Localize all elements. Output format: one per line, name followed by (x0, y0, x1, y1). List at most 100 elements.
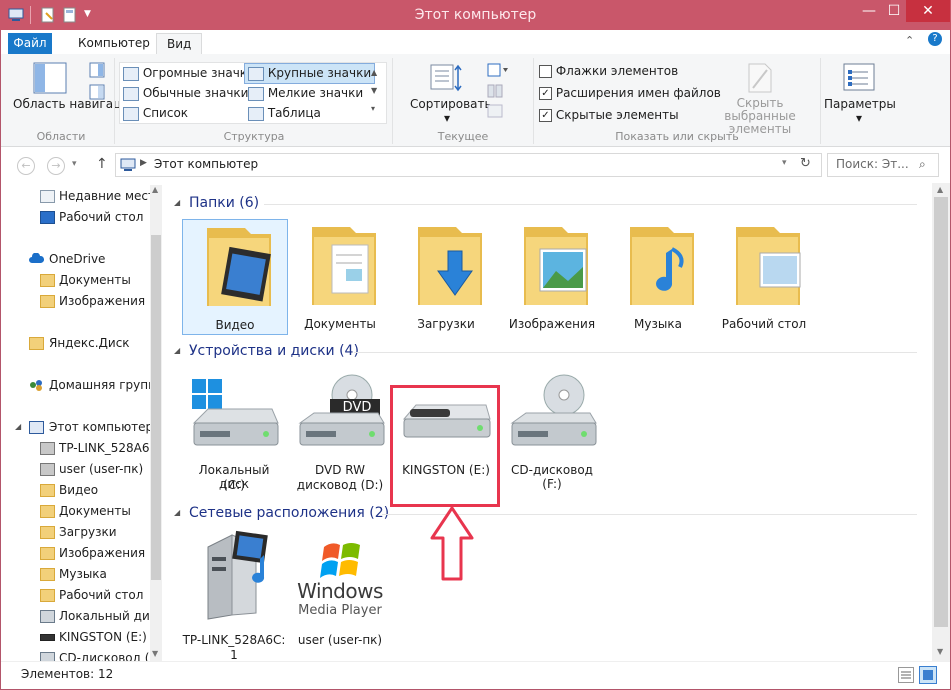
hidden-items-toggle[interactable]: ✓ Скрытые элементы (539, 108, 679, 122)
up-button[interactable]: ↑ (96, 156, 108, 172)
details-pane-icon[interactable] (89, 84, 105, 103)
onedrive-icon (29, 252, 45, 264)
breadcrumb-this-pc[interactable]: Этот компьютер (154, 157, 258, 171)
folder-tile-desktop[interactable]: Рабочий стол (712, 219, 816, 333)
item-checkboxes-checkbox[interactable] (539, 65, 552, 78)
expand-arrow-icon[interactable]: ◢ (15, 422, 21, 431)
file-extensions-toggle[interactable]: ✓ Расширения имен файлов (539, 86, 721, 100)
layout-large-icons[interactable]: Крупные значки (244, 63, 376, 84)
search-icon[interactable]: ⌕ (919, 157, 926, 172)
tab-file[interactable]: Файл (8, 33, 52, 54)
address-field[interactable]: ▶ Этот компьютер ▾ ↻ (115, 153, 822, 177)
sort-icon[interactable] (429, 62, 463, 97)
folder-icon (40, 484, 55, 497)
section-header-devices[interactable]: Устройства и диски (4) (189, 343, 359, 359)
options-icon[interactable] (842, 62, 876, 97)
gallery-scroll-arrows-icon[interactable]: ▲ ▼ ▾ (371, 64, 377, 118)
navigation-pane-button[interactable]: Область навигации ▾ (13, 98, 147, 111)
back-button[interactable]: ← (17, 157, 35, 175)
nav-item-user-pc[interactable]: user (user-пк) (1, 459, 151, 480)
details-view-icon[interactable] (898, 667, 914, 683)
minimize-ribbon-chevron-icon[interactable]: ⌃ (905, 34, 914, 47)
sort-button[interactable]: Сортировать ▾ (410, 97, 492, 125)
folder-tile-videos[interactable]: Видео (182, 219, 288, 335)
tab-computer[interactable]: Компьютер (68, 33, 160, 54)
medium-icons-icon (123, 86, 139, 101)
layout-details[interactable]: Таблица (248, 106, 321, 121)
nav-item-desktop[interactable]: Рабочий стол (1, 207, 151, 228)
layout-list[interactable]: Список (123, 106, 188, 121)
scroll-up-arrow-icon[interactable]: ▲ (937, 185, 943, 194)
folder-tile-music[interactable]: Музыка (606, 219, 710, 333)
search-field[interactable]: Поиск: Эт... ⌕ (827, 153, 939, 177)
content-scrollbar-thumb[interactable] (934, 197, 948, 627)
navigation-pane-icon[interactable] (33, 62, 67, 97)
downloads-folder-icon (418, 227, 482, 305)
scroll-down-arrow-icon[interactable]: ▼ (937, 647, 943, 656)
section-header-network[interactable]: Сетевые расположения (2) (189, 505, 389, 521)
nav-item-music[interactable]: Музыка (1, 564, 151, 585)
media-server-icon (40, 442, 55, 455)
size-columns-icon[interactable] (487, 104, 503, 121)
scroll-up-arrow-icon[interactable]: ▲ (152, 185, 158, 194)
section-collapse-icon[interactable]: ◢ (174, 508, 180, 517)
drive-tile-dvd-d[interactable]: DVD DVD RW дисковод (D:) (288, 373, 392, 497)
folder-tile-downloads[interactable]: Загрузки (394, 219, 498, 333)
nav-item-pictures[interactable]: Изображения (1, 543, 151, 564)
nav-item-documents[interactable]: Документы (1, 501, 151, 522)
maximize-button[interactable]: ☐ (882, 0, 906, 22)
group-by-icon[interactable] (487, 62, 509, 81)
desktop-icon (40, 211, 55, 224)
nav-item-cd-drive[interactable]: CD-дисковод (F:) (1, 648, 151, 661)
file-extensions-checkbox[interactable]: ✓ (539, 87, 552, 100)
nav-item-onedrive[interactable]: OneDrive (1, 249, 151, 270)
folder-tile-pictures[interactable]: Изображения (500, 219, 604, 333)
hidden-items-checkbox[interactable]: ✓ (539, 109, 552, 122)
nav-item-onedrive-pictures[interactable]: Изображения (1, 291, 151, 312)
highlight-arrow-icon (430, 506, 474, 581)
nav-item-tp-link[interactable]: TP-LINK_528A6C (1, 438, 151, 459)
layout-small-icons[interactable]: Мелкие значки (248, 86, 363, 101)
scroll-down-arrow-icon[interactable]: ▼ (152, 649, 158, 658)
nav-item-onedrive-documents[interactable]: Документы (1, 270, 151, 291)
network-tile-user-pc[interactable]: Windows Media Player user (user-пк) (288, 523, 392, 653)
preview-pane-icon[interactable] (89, 62, 105, 81)
nav-item-recent-places[interactable]: Недавние места (1, 186, 151, 207)
nav-item-yandex-disk[interactable]: Яндекс.Диск (1, 333, 151, 354)
large-icons-view-icon[interactable] (919, 666, 937, 684)
minimize-button[interactable]: — (856, 0, 882, 22)
drive-tile-local-c[interactable]: Локальный диск (C:) (182, 373, 286, 497)
item-checkboxes-toggle[interactable]: Флажки элементов (539, 64, 678, 78)
address-history-chevron-icon[interactable]: ▾ (782, 158, 787, 168)
nav-item-desktop-folder[interactable]: Рабочий стол (1, 585, 151, 606)
nav-item-downloads[interactable]: Загрузки (1, 522, 151, 543)
close-button[interactable]: ✕ (906, 0, 950, 22)
dvd-badge: DVD (342, 400, 372, 415)
hide-selected-icon[interactable] (746, 62, 774, 97)
section-collapse-icon[interactable]: ◢ (174, 198, 180, 207)
section-collapse-icon[interactable]: ◢ (174, 346, 180, 355)
folder-tile-documents[interactable]: Документы (288, 219, 392, 333)
content-scrollbar[interactable]: ▲ ▼ (932, 183, 950, 661)
recent-locations-chevron-icon[interactable]: ▾ (72, 159, 77, 169)
options-button[interactable]: Параметры ▾ (824, 97, 896, 125)
nav-scrollbar-thumb[interactable] (151, 235, 161, 580)
add-columns-icon[interactable] (487, 84, 503, 101)
network-label-secondary: 1 (230, 648, 238, 662)
nav-item-this-pc[interactable]: ◢ Этот компьютер (1, 417, 151, 438)
nav-item-homegroup[interactable]: Домашняя группа (1, 375, 151, 396)
section-header-folders[interactable]: Папки (6) (189, 195, 259, 211)
tab-view[interactable]: Вид (156, 33, 203, 56)
nav-item-local-disk[interactable]: Локальный диск (1, 606, 151, 627)
help-icon[interactable]: ? (928, 32, 942, 46)
refresh-icon[interactable]: ↻ (800, 156, 811, 171)
breadcrumb-separator-icon[interactable]: ▶ (140, 158, 147, 168)
folder-label: Изображения (508, 317, 596, 331)
nav-item-videos[interactable]: Видео (1, 480, 151, 501)
nav-item-kingston[interactable]: KINGSTON (E:) (1, 627, 151, 648)
network-tile-tp-link[interactable]: TP-LINK_528A6C: 1 (182, 523, 286, 662)
drive-tile-cd-f[interactable]: CD-дисковод (F:) (500, 373, 604, 497)
layout-extra-large-icons[interactable]: Огромные значки (123, 66, 255, 81)
forward-button[interactable]: → (47, 157, 65, 175)
layout-medium-icons[interactable]: Обычные значки (123, 86, 248, 101)
